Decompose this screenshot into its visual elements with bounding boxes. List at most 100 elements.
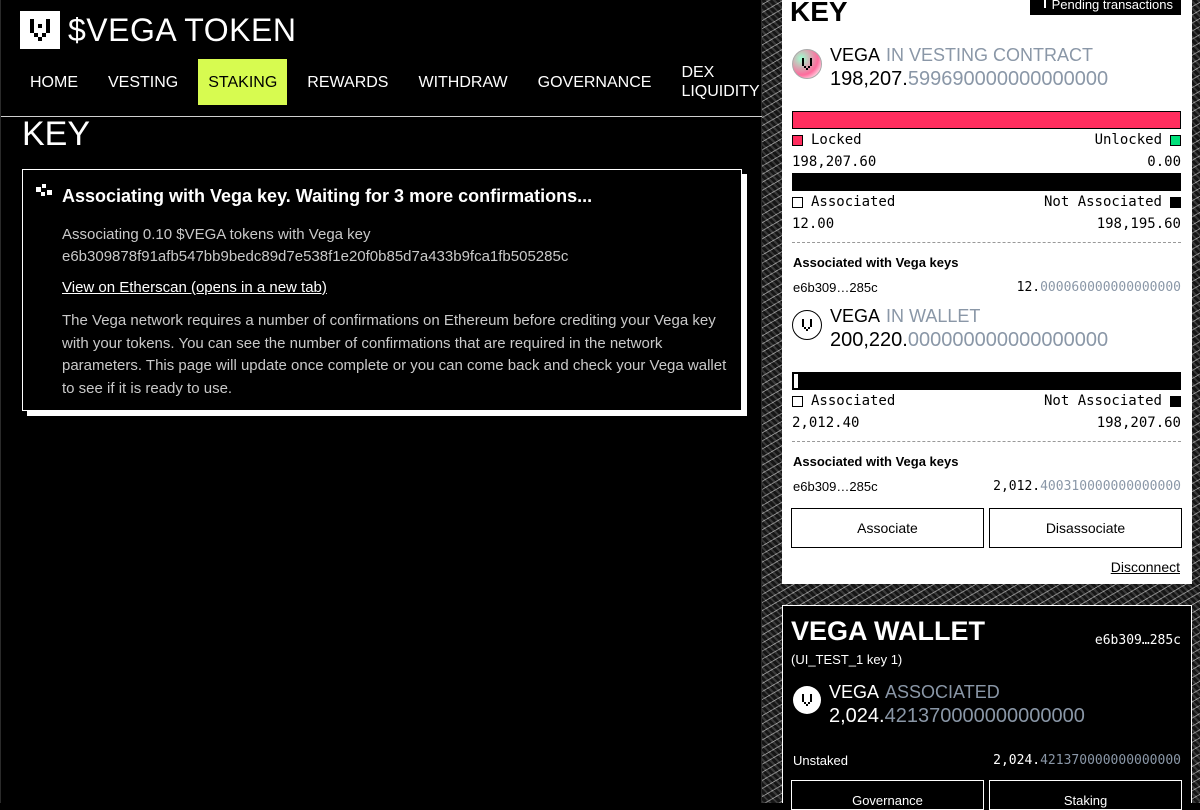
unstaked-label: Unstaked [793, 753, 848, 768]
confirmation-desc: Associating 0.10 $VEGA tokens with Vega … [62, 224, 712, 268]
brand[interactable]: $VEGA TOKEN [20, 11, 296, 49]
vesting-association-legend: Associated Not Associated [792, 194, 1181, 210]
nav-rewards[interactable]: REWARDS [297, 59, 398, 105]
etherscan-link[interactable]: View on Etherscan (opens in a new tab) [62, 279, 327, 296]
vesting-not-associated-label: Not Associated [1043, 194, 1162, 210]
associated-amount-int: 2,024. [829, 705, 885, 727]
nav-divider [1, 116, 763, 117]
nav-dex-line2: LIQUIDITY [681, 83, 760, 100]
wallet-associated-value: 2,012.40 [792, 415, 860, 431]
wallet-amount-dec: 000000000000000000 [907, 329, 1109, 351]
wallet-associated-label: Associated [811, 393, 896, 409]
wallet-not-associated-label: Not Associated [1043, 393, 1162, 409]
not-associated-swatch [1170, 196, 1181, 208]
unlocked-value: 0.00 [1147, 154, 1181, 170]
wallet-key: e6b309…285c [793, 479, 878, 494]
governance-button[interactable]: Governance [791, 780, 984, 810]
staking-button[interactable]: Staking [989, 780, 1182, 810]
vesting-amount-dec: 599690000000000000 [907, 68, 1109, 90]
nav-staking[interactable]: STAKING [198, 59, 288, 105]
vesting-key-row: e6b309…285c 12.000060000000000000 [793, 280, 1181, 295]
vesting-keys-title: Associated with Vega keys [793, 255, 959, 270]
wallet-association-bar [792, 372, 1181, 390]
divider [792, 441, 1181, 442]
wallet-token-name: VEGA [830, 306, 881, 326]
vega-token-vesting-icon [792, 49, 822, 79]
main-nav: HOME VESTING STAKING REWARDS WITHDRAW GO… [20, 59, 780, 105]
vega-wallet-key[interactable]: e6b309…285c [1095, 633, 1181, 648]
page-title: KEY [22, 115, 91, 153]
vesting-associated-value: 12.00 [792, 216, 835, 232]
confirmation-title: Associating with Vega key. Waiting for 3… [62, 186, 593, 206]
vega-wallet-title: VEGA WALLET [791, 616, 985, 646]
pending-label: Pending transactions [1051, 0, 1173, 12]
wallet-associated-swatch [792, 395, 803, 407]
locked-legend: Locked Unlocked [792, 132, 1181, 148]
associated-token-name: VEGA [829, 682, 880, 702]
pending-transactions-button[interactable]: Pending transactions [1029, 0, 1181, 15]
unlocked-label: Unlocked [1094, 132, 1162, 148]
vesting-token-name: VEGA [830, 45, 881, 65]
wallet-association-legend: Associated Not Associated [792, 393, 1181, 409]
vesting-not-associated-value: 198,195.60 [1096, 216, 1181, 232]
vesting-label: IN VESTING CONTRACT [886, 45, 1094, 65]
wallet-amount-int: 200,220. [830, 329, 908, 351]
key-panel: KEY Pending transactions VEGA IN VESTING … [782, 0, 1192, 584]
vesting-key: e6b309…285c [793, 280, 878, 295]
nav-dex-line1: DEX [681, 64, 715, 81]
wallet-not-associated-value: 198,207.60 [1096, 415, 1181, 431]
associated-amount-dec: 421370000000000000 [884, 705, 1085, 727]
confirmation-card: Associating with Vega key. Waiting for 3… [22, 169, 742, 411]
locked-swatch [792, 134, 803, 146]
locked-values: 198,207.60 0.00 [792, 154, 1181, 170]
key-panel-title: KEY [790, 0, 848, 27]
vesting-key-amount-int: 12. [1016, 280, 1041, 295]
wallet-keys-title: Associated with Vega keys [793, 454, 959, 469]
app-title: $VEGA TOKEN [68, 11, 297, 48]
wallet-token-header: VEGA IN WALLET 200,220.000000000000000000 [792, 306, 1108, 352]
locked-label: Locked [811, 132, 862, 148]
vega-wallet-key-name: (UI_TEST_1 key 1) [791, 652, 903, 667]
confirmation-note: The Vega network requires a number of co… [62, 312, 727, 397]
disconnect-link[interactable]: Disconnect [1111, 559, 1180, 575]
wallet-association-values: 2,012.40 198,207.60 [792, 415, 1181, 431]
nav-dex-liquidity[interactable]: DEX LIQUIDITY [671, 59, 769, 105]
vesting-key-amount-dec: 000060000000000000 [1040, 280, 1181, 295]
vesting-association-bar [792, 173, 1181, 191]
associated-swatch [792, 196, 803, 208]
confirmation-desc-amount: Associating 0.10 $VEGA tokens with Vega … [62, 226, 371, 243]
vega-logo-icon [20, 11, 60, 49]
wallet-key-amount-dec: 400310000000000000 [1040, 479, 1181, 494]
vega-token-wallet-icon [792, 310, 822, 340]
divider [792, 242, 1181, 243]
unlocked-swatch [1170, 134, 1181, 146]
network-icon [36, 184, 52, 203]
vega-wallet-panel: VEGA WALLET e6b309…285c (UI_TEST_1 key 1… [782, 605, 1192, 810]
locked-bar [792, 111, 1181, 129]
associated-token-header: VEGA ASSOCIATED 2,024.421370000000000000 [793, 682, 1085, 728]
vesting-associated-label: Associated [811, 194, 896, 210]
pending-icon [1038, 0, 1046, 8]
unstaked-amount-dec: 421370000000000000 [1040, 753, 1181, 768]
locked-value: 198,207.60 [792, 154, 877, 170]
vesting-amount-int: 198,207. [830, 68, 908, 90]
vega-token-associated-icon [793, 686, 821, 714]
wallet-key-row: e6b309…285c 2,012.400310000000000000 [793, 479, 1181, 494]
vesting-association-values: 12.00 198,195.60 [792, 216, 1181, 232]
token-app: $VEGA TOKEN HOME VESTING STAKING REWARDS… [0, 0, 763, 803]
associated-label: ASSOCIATED [885, 682, 1000, 702]
disassociate-button[interactable]: Disassociate [989, 508, 1182, 548]
nav-home[interactable]: HOME [20, 59, 88, 105]
vesting-token-header: VEGA IN VESTING CONTRACT 198,207.59969000… [792, 45, 1108, 91]
wallet-label: IN WALLET [886, 306, 981, 326]
nav-governance[interactable]: GOVERNANCE [528, 59, 662, 105]
wallet-association-fill [794, 374, 798, 388]
confirmation-desc-key: e6b309878f91afb547bb9bedc89d7e538f1e20f0… [62, 248, 569, 265]
associate-button[interactable]: Associate [791, 508, 984, 548]
unstaked-amount-int: 2,024. [993, 753, 1041, 768]
nav-vesting[interactable]: VESTING [98, 59, 188, 105]
wallet-key-amount-int: 2,012. [993, 479, 1041, 494]
wallet-not-associated-swatch [1170, 395, 1181, 407]
unstaked-row: Unstaked 2,024.421370000000000000 [793, 753, 1181, 768]
nav-withdraw[interactable]: WITHDRAW [408, 59, 517, 105]
